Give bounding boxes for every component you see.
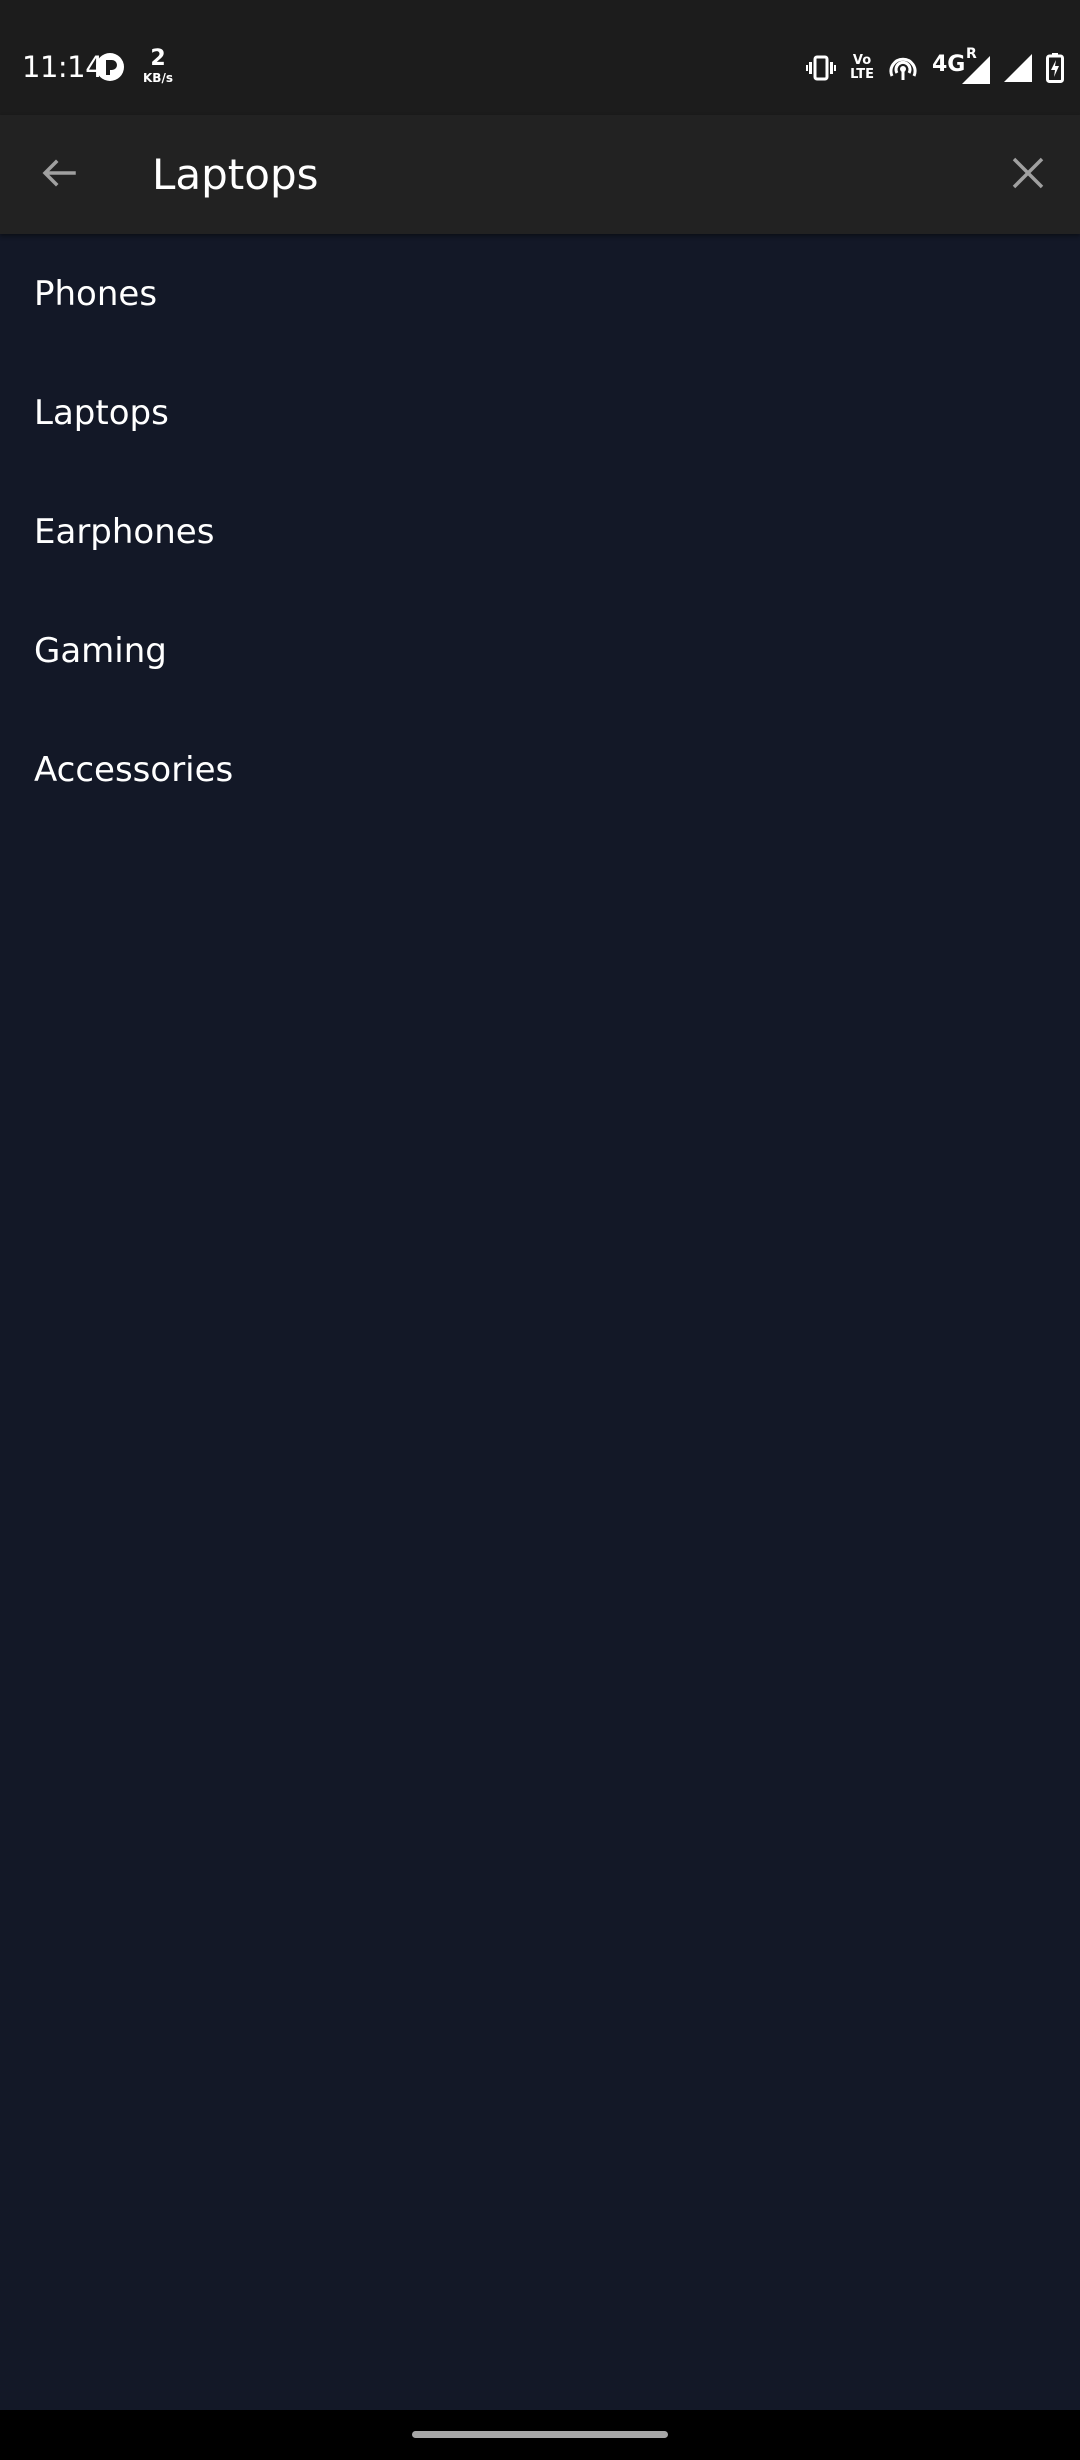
signal-icon bbox=[1004, 54, 1032, 82]
suggestion-item-earphones[interactable]: Earphones bbox=[0, 472, 1080, 591]
network-type: 4G bbox=[932, 52, 966, 77]
suggestion-label: Phones bbox=[34, 273, 158, 314]
volte-line2: LTE bbox=[850, 67, 874, 82]
signal-4g-roaming-icon: 4G R bbox=[932, 46, 990, 84]
status-bar: 11:14 2 KB/s Vo LTE 4G R bbox=[0, 0, 1080, 115]
back-button[interactable] bbox=[28, 145, 88, 205]
search-toolbar bbox=[0, 115, 1080, 234]
suggestion-item-phones[interactable]: Phones bbox=[0, 234, 1080, 353]
network-speed: 2 KB/s bbox=[138, 46, 178, 85]
status-time: 11:14 bbox=[22, 50, 104, 84]
network-speed-value: 2 bbox=[150, 46, 166, 71]
close-icon bbox=[1011, 156, 1045, 194]
app-notification-icon bbox=[95, 52, 125, 86]
vibrate-icon bbox=[806, 54, 837, 82]
battery-charging-icon bbox=[1046, 53, 1064, 83]
clear-search-button[interactable] bbox=[996, 143, 1060, 207]
suggestion-label: Laptops bbox=[34, 392, 169, 433]
volte-icon: Vo LTE bbox=[850, 54, 874, 81]
suggestion-label: Gaming bbox=[34, 630, 167, 671]
suggestion-item-gaming[interactable]: Gaming bbox=[0, 591, 1080, 710]
network-speed-unit: KB/s bbox=[143, 71, 173, 85]
suggestion-label: Accessories bbox=[34, 749, 234, 790]
status-icons: Vo LTE 4G R bbox=[806, 46, 1064, 88]
search-screen: 11:14 2 KB/s Vo LTE 4G R Laptops Phones … bbox=[0, 0, 1080, 2460]
arrow-back-icon bbox=[38, 153, 78, 197]
home-gesture-handle[interactable] bbox=[412, 2431, 668, 2438]
suggestion-list: Phones Laptops Earphones Gaming Accessor… bbox=[0, 234, 1080, 829]
suggestion-label: Earphones bbox=[34, 511, 215, 552]
search-input[interactable] bbox=[152, 139, 952, 209]
suggestion-item-laptops[interactable]: Laptops bbox=[0, 353, 1080, 472]
navigation-bar bbox=[0, 2410, 1080, 2460]
suggestion-item-accessories[interactable]: Accessories bbox=[0, 710, 1080, 829]
hotspot-icon bbox=[888, 54, 918, 82]
